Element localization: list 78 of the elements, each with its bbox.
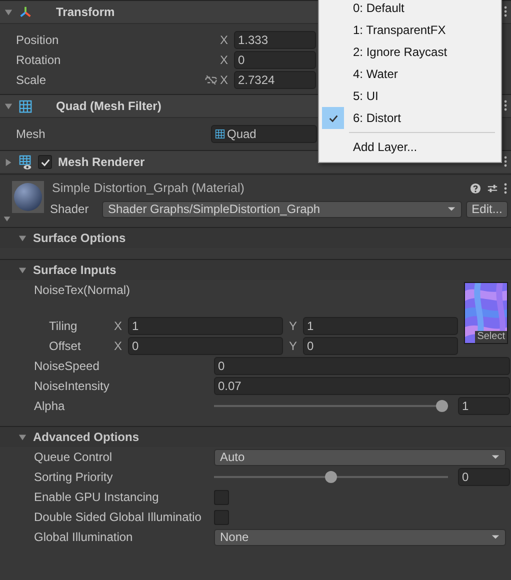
expand-arrow-icon[interactable] — [3, 215, 11, 223]
menu-item[interactable]: 4: Water — [319, 63, 501, 85]
property-label: Global Illumination — [33, 530, 134, 544]
section-title: Surface Inputs — [33, 263, 116, 277]
select-button[interactable]: Select — [475, 331, 507, 343]
property-label: Double Sided Global Illuminatio — [33, 510, 202, 524]
property-label: NoiseIntensity — [33, 379, 110, 393]
more-icon[interactable] — [504, 6, 507, 17]
caret-icon — [491, 534, 500, 540]
axis-label: X — [114, 339, 124, 353]
component-title: Transform — [56, 5, 115, 19]
axes-icon — [18, 4, 33, 20]
slider-handle[interactable] — [325, 471, 337, 483]
collapse-arrow-icon[interactable] — [4, 102, 13, 110]
collapse-arrow-icon[interactable] — [18, 234, 27, 242]
number-field[interactable]: 0 — [214, 357, 510, 375]
number-field[interactable]: 0 — [234, 51, 316, 69]
checkbox[interactable] — [214, 490, 229, 504]
collapse-arrow-icon[interactable] — [4, 8, 13, 16]
menu-item[interactable]: 2: Ignore Raycast — [319, 41, 501, 63]
expand-arrow-icon[interactable] — [4, 158, 13, 166]
axis-label: X — [220, 53, 230, 67]
property-label: NoiseTex(Normal) — [33, 282, 132, 299]
material-sphere-icon — [12, 181, 44, 213]
dropdown[interactable]: Auto — [214, 448, 506, 466]
property-label: Mesh — [15, 127, 46, 141]
number-field[interactable]: 1 — [128, 317, 283, 335]
caret-icon — [447, 206, 456, 212]
number-field[interactable]: 1 — [303, 317, 458, 335]
property-label: Offset — [48, 339, 82, 353]
edit-button[interactable]: Edit... — [466, 200, 508, 218]
grid-eye-icon — [18, 154, 33, 170]
slider-handle[interactable] — [436, 400, 448, 412]
axis-label: X — [114, 319, 124, 333]
shader-label: Shader — [50, 202, 90, 216]
unlinked-chain-icon[interactable] — [204, 74, 218, 86]
property-label: Sorting Priority — [33, 470, 114, 484]
section-title: Advanced Options — [33, 430, 140, 444]
axis-label: X — [220, 33, 230, 47]
number-field[interactable]: 1 — [458, 397, 510, 415]
collapse-arrow-icon[interactable] — [18, 432, 27, 442]
number-field[interactable]: 0 — [128, 337, 283, 355]
property-label: Position — [15, 33, 60, 47]
number-field[interactable]: 1.333 — [234, 31, 316, 49]
grid-icon — [18, 98, 33, 114]
property-label: NoiseSpeed — [33, 359, 100, 373]
shader-dropdown[interactable]: Shader Graphs/SimpleDistortion_Graph — [102, 200, 462, 218]
collapse-arrow-icon[interactable] — [18, 266, 27, 274]
sliders-icon[interactable] — [487, 182, 498, 194]
property-label: Queue Control — [33, 450, 114, 464]
grid-icon — [215, 129, 225, 139]
property-label: Alpha — [33, 399, 66, 413]
more-icon[interactable] — [504, 100, 507, 111]
more-icon[interactable] — [504, 156, 507, 167]
axis-label: Y — [289, 319, 298, 333]
property-label: Scale — [15, 73, 48, 87]
number-field[interactable]: 2.7324 — [234, 71, 316, 89]
checkmark-icon — [328, 112, 338, 124]
axis-label: Y — [289, 339, 298, 353]
dropdown[interactable]: None — [214, 528, 506, 546]
component-title: Quad (Mesh Filter) — [56, 99, 162, 113]
checkbox[interactable] — [214, 510, 229, 524]
number-field[interactable]: 0.07 — [214, 377, 510, 395]
object-field[interactable]: Quad — [211, 125, 317, 143]
material-title: Simple Distortion_Grpah (Material) — [52, 181, 244, 195]
component-title: Mesh Renderer — [58, 155, 145, 169]
property-label: Tiling — [48, 319, 78, 333]
enable-checkbox[interactable] — [38, 155, 52, 169]
property-label: Enable GPU Instancing — [33, 490, 160, 504]
axis-label: X — [220, 73, 230, 87]
number-field[interactable]: 0 — [303, 337, 458, 355]
caret-icon — [491, 454, 500, 460]
help-icon[interactable] — [470, 182, 481, 194]
property-label: Rotation — [15, 53, 62, 67]
number-field[interactable]: 0 — [458, 468, 510, 486]
section-title: Surface Options — [33, 231, 126, 245]
menu-item[interactable]: 0: Default — [319, 0, 501, 19]
more-icon[interactable] — [504, 182, 507, 194]
